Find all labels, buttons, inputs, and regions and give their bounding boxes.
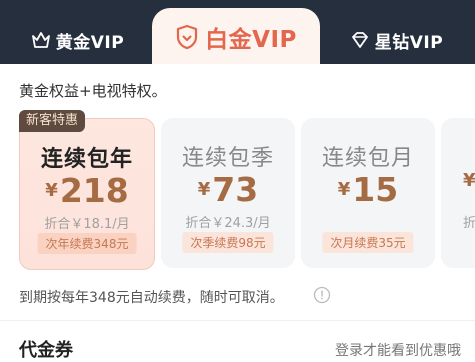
auto-renew-note: 到期按每年348元自动续费，随时可取消。 bbox=[19, 290, 284, 306]
currency-symbol: ¥ bbox=[45, 180, 58, 201]
tab-diamond-vip[interactable]: 星钻VIP bbox=[318, 8, 475, 72]
coupon-section-title: 代金券 bbox=[19, 340, 73, 361]
plan-renewal-tag: 次年续费348元 bbox=[37, 233, 137, 254]
tab-gold-label: 黄金VIP bbox=[55, 32, 125, 53]
price-value: 73 bbox=[212, 170, 259, 209]
plan-name: 连续包月 bbox=[321, 146, 414, 171]
plan-card-quarterly[interactable]: 连续包季 ¥73 折合￥24.3/月 次季续费98元 bbox=[161, 118, 295, 268]
plan-renewal-tag: 次月续费35元 bbox=[322, 232, 414, 253]
plan-price: ¥73 bbox=[161, 170, 295, 209]
plan-price: ¥ bbox=[463, 170, 475, 196]
plan-monthly-equivalent: 折合￥18.1/月 bbox=[44, 217, 130, 232]
price-value: 218 bbox=[59, 171, 129, 210]
plan-price: ¥15 bbox=[301, 170, 435, 209]
plan-monthly-equivalent: 折 bbox=[463, 216, 475, 231]
shield-icon bbox=[175, 24, 199, 50]
plan-price: ¥218 bbox=[20, 171, 154, 210]
tab-platinum-vip[interactable]: 白金VIP bbox=[152, 8, 320, 66]
new-customer-badge: 新客特惠 bbox=[19, 110, 86, 132]
plan-name: 连续包季 bbox=[181, 146, 274, 171]
price-value: 15 bbox=[352, 170, 399, 209]
plan-card-monthly[interactable]: 连续包月 ¥15 次月续费35元 bbox=[301, 118, 435, 268]
plan-renewal-tag: 次季续费98元 bbox=[182, 232, 274, 253]
section-divider bbox=[0, 320, 475, 321]
plan-description: 黄金权益+电视特权。 bbox=[19, 82, 167, 100]
diamond-icon bbox=[350, 31, 370, 49]
plan-card-partial[interactable]: ¥ 折 bbox=[441, 118, 475, 268]
plan-card-yearly[interactable]: 连续包年 ¥218 折合￥18.1/月 次年续费348元 bbox=[19, 118, 155, 270]
coupon-login-hint[interactable]: 登录才能看到优惠哦 bbox=[335, 340, 461, 360]
crown-icon bbox=[31, 31, 51, 49]
tab-platinum-label: 白金VIP bbox=[205, 27, 297, 53]
tab-gold-vip[interactable]: 黄金VIP bbox=[0, 8, 155, 72]
currency-symbol: ¥ bbox=[463, 170, 475, 191]
currency-symbol: ¥ bbox=[337, 179, 351, 200]
plan-name: 连续包年 bbox=[40, 147, 133, 172]
currency-symbol: ¥ bbox=[197, 179, 211, 200]
tab-diamond-label: 星钻VIP bbox=[374, 32, 444, 53]
info-icon[interactable] bbox=[313, 286, 331, 304]
plan-monthly-equivalent: 折合￥24.3/月 bbox=[185, 216, 271, 231]
